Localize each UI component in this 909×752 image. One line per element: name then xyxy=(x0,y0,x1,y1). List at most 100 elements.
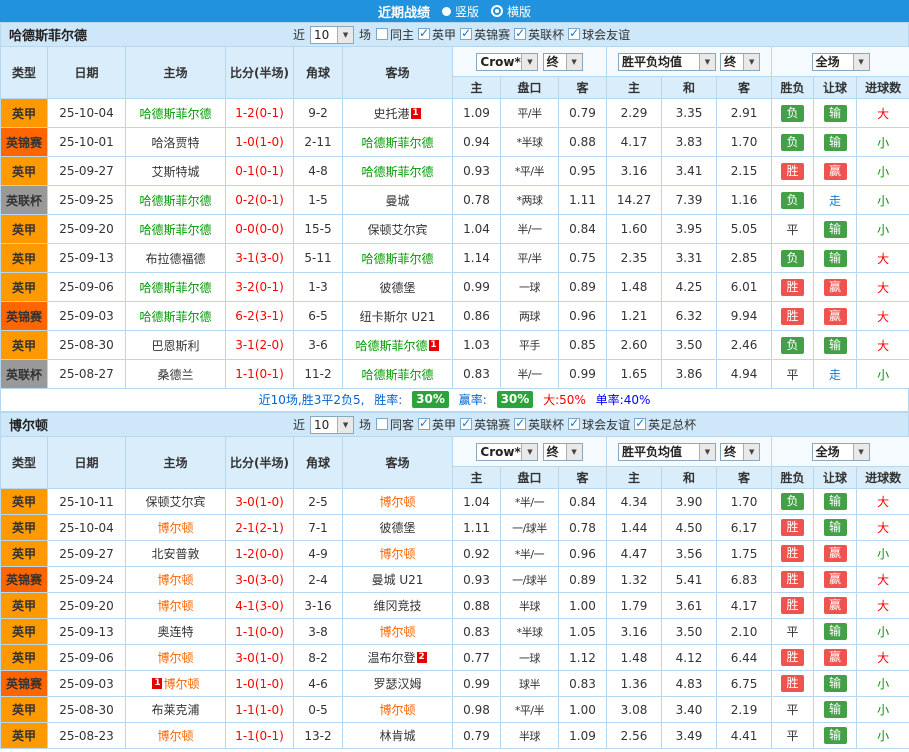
score-link[interactable]: 1-1(0-1) xyxy=(235,367,284,381)
avg-time-select[interactable]: 终 ▼ xyxy=(720,52,761,71)
away-team-link[interactable]: 哈德斯菲尔德 xyxy=(361,136,433,150)
filter-checkbox-0[interactable]: 同客 xyxy=(376,416,414,433)
home-team-link[interactable]: 哈德斯菲尔德 xyxy=(139,281,211,295)
away-team-link[interactable]: 博尔顿 xyxy=(379,703,415,717)
home-team-link[interactable]: 哈德斯菲尔德 xyxy=(139,194,211,208)
corner-cell: 6-5 xyxy=(293,301,343,331)
home-team-link[interactable]: 博尔顿 xyxy=(163,677,199,691)
home-team-link[interactable]: 桑德兰 xyxy=(157,368,193,382)
home-team-link[interactable]: 布拉德福德 xyxy=(145,252,205,266)
result-cell: 胜 xyxy=(771,644,815,671)
score-link[interactable]: 0-0(0-0) xyxy=(235,222,284,236)
away-team-link[interactable]: 曼城 xyxy=(385,194,409,208)
score-link[interactable]: 1-2(0-1) xyxy=(235,106,284,120)
filter-checkbox-4[interactable]: 球会友谊 xyxy=(568,26,630,43)
home-team-link[interactable]: 博尔顿 xyxy=(157,521,193,535)
filter-checkbox-3[interactable]: 英联杯 xyxy=(514,416,564,433)
score-link[interactable]: 3-0(3-0) xyxy=(235,573,284,587)
filter-checkbox-2[interactable]: 英锦赛 xyxy=(460,26,510,43)
odds-time-select[interactable]: 终 ▼ xyxy=(542,442,583,461)
away-team-link[interactable]: 博尔顿 xyxy=(379,495,415,509)
score-link[interactable]: 1-2(0-0) xyxy=(235,547,284,561)
avg-odds-select[interactable]: 胜平负均值 ▼ xyxy=(617,442,716,461)
away-team-link[interactable]: 彼德堡 xyxy=(379,281,415,295)
score-link[interactable]: 1-1(0-1) xyxy=(235,729,284,743)
home-team-link[interactable]: 北安普敦 xyxy=(151,547,199,561)
home-team-link[interactable]: 哈德斯菲尔德 xyxy=(139,107,211,121)
col-handicap: 盘口 xyxy=(500,76,559,99)
filter-checkbox-3[interactable]: 英联杯 xyxy=(514,26,564,43)
score-link[interactable]: 0-1(0-1) xyxy=(235,164,284,178)
radio-horizontal-layout[interactable]: 横版 xyxy=(491,3,531,20)
radio-vertical-layout[interactable]: 竖版 xyxy=(441,3,479,20)
away-team-link[interactable]: 博尔顿 xyxy=(379,625,415,639)
avg-away-cell: 2.19 xyxy=(716,696,773,723)
away-team-link[interactable]: 罗瑟汉姆 xyxy=(373,677,421,691)
home-team-link[interactable]: 布莱克浦 xyxy=(151,703,199,717)
score-link[interactable]: 3-0(1-0) xyxy=(235,651,284,665)
odds-company-select[interactable]: Crow* ▼ xyxy=(476,442,539,461)
home-team-link[interactable]: 博尔顿 xyxy=(157,599,193,613)
score-link[interactable]: 2-1(2-1) xyxy=(235,521,284,535)
filter-checkbox-4[interactable]: 球会友谊 xyxy=(568,416,630,433)
filter-checkbox-2[interactable]: 英锦赛 xyxy=(460,416,510,433)
home-team-link[interactable]: 哈德斯菲尔德 xyxy=(139,310,211,324)
score-link[interactable]: 3-2(0-1) xyxy=(235,280,284,294)
home-team-link[interactable]: 艾斯特城 xyxy=(151,165,199,179)
score-link[interactable]: 3-1(2-0) xyxy=(235,338,284,352)
score-link[interactable]: 1-1(1-0) xyxy=(235,703,284,717)
result-cell: 胜 xyxy=(771,301,815,331)
home-team-link[interactable]: 博尔顿 xyxy=(157,573,193,587)
scope-select[interactable]: 全场 ▼ xyxy=(811,52,870,71)
away-team-link[interactable]: 哈德斯菲尔德 xyxy=(361,368,433,382)
home-team-link[interactable]: 博尔顿 xyxy=(157,729,193,743)
away-team-link[interactable]: 哈德斯菲尔德 xyxy=(355,339,427,353)
home-team-link[interactable]: 巴恩斯利 xyxy=(151,339,199,353)
home-team-link[interactable]: 博尔顿 xyxy=(157,651,193,665)
score-link[interactable]: 3-1(3-0) xyxy=(235,251,284,265)
filter-checkbox-1[interactable]: 英甲 xyxy=(418,26,456,43)
filter-checkbox-0[interactable]: 同主 xyxy=(376,26,414,43)
home-team-link[interactable]: 哈洛贾特 xyxy=(151,136,199,150)
match-count-select[interactable]: 10 ▼ xyxy=(310,415,355,434)
result-chip: 负 xyxy=(781,133,805,151)
away-team-link[interactable]: 纽卡斯尔 U21 xyxy=(360,310,436,324)
away-team-link[interactable]: 史托港 xyxy=(373,107,409,121)
checkbox-checked-icon xyxy=(418,26,431,41)
home-team-link[interactable]: 保顿艾尔宾 xyxy=(145,495,205,509)
away-team-link[interactable]: 林肯城 xyxy=(379,729,415,743)
score-link[interactable]: 0-2(0-1) xyxy=(235,193,284,207)
away-team-link[interactable]: 维冈竞技 xyxy=(373,599,421,613)
away-team-link[interactable]: 温布尔登 xyxy=(367,651,415,665)
score-link[interactable]: 1-1(0-0) xyxy=(235,625,284,639)
score-link[interactable]: 3-0(1-0) xyxy=(235,495,284,509)
home-team-cell: 哈德斯菲尔德 xyxy=(125,272,226,302)
chevron-down-icon: ▼ xyxy=(337,416,354,433)
away-team-link[interactable]: 曼城 U21 xyxy=(372,573,424,587)
away-team-link[interactable]: 保顿艾尔宾 xyxy=(367,223,427,237)
avg-away-cell: 2.46 xyxy=(716,330,773,360)
score-link[interactable]: 6-2(3-1) xyxy=(235,309,284,323)
score-link[interactable]: 1-0(1-0) xyxy=(235,135,284,149)
date-cell: 25-10-04 xyxy=(47,514,126,541)
away-team-link[interactable]: 彼德堡 xyxy=(379,521,415,535)
score-link[interactable]: 4-1(3-0) xyxy=(235,599,284,613)
avg-odds-select[interactable]: 胜平负均值 ▼ xyxy=(617,52,716,71)
league-cell: 英甲 xyxy=(0,330,48,360)
odds-time-select[interactable]: 终 ▼ xyxy=(542,52,583,71)
score-link[interactable]: 1-0(1-0) xyxy=(235,677,284,691)
home-team-link[interactable]: 哈德斯菲尔德 xyxy=(139,223,211,237)
filter-checkbox-5[interactable]: 英足总杯 xyxy=(634,416,696,433)
col-away: 客场 xyxy=(342,46,453,99)
away-team-link[interactable]: 哈德斯菲尔德 xyxy=(361,165,433,179)
odds-company-select[interactable]: Crow* ▼ xyxy=(476,52,539,71)
home-team-link[interactable]: 奥连特 xyxy=(157,625,193,639)
avg-time-select[interactable]: 终 ▼ xyxy=(720,442,761,461)
match-count-select[interactable]: 10 ▼ xyxy=(310,25,355,44)
odds-home-cell: 0.93 xyxy=(452,156,501,186)
away-team-link[interactable]: 哈德斯菲尔德 xyxy=(361,252,433,266)
scope-select[interactable]: 全场 ▼ xyxy=(811,442,870,461)
away-team-link[interactable]: 博尔顿 xyxy=(379,547,415,561)
filter-checkbox-1[interactable]: 英甲 xyxy=(418,416,456,433)
col-type: 类型 xyxy=(0,436,48,489)
